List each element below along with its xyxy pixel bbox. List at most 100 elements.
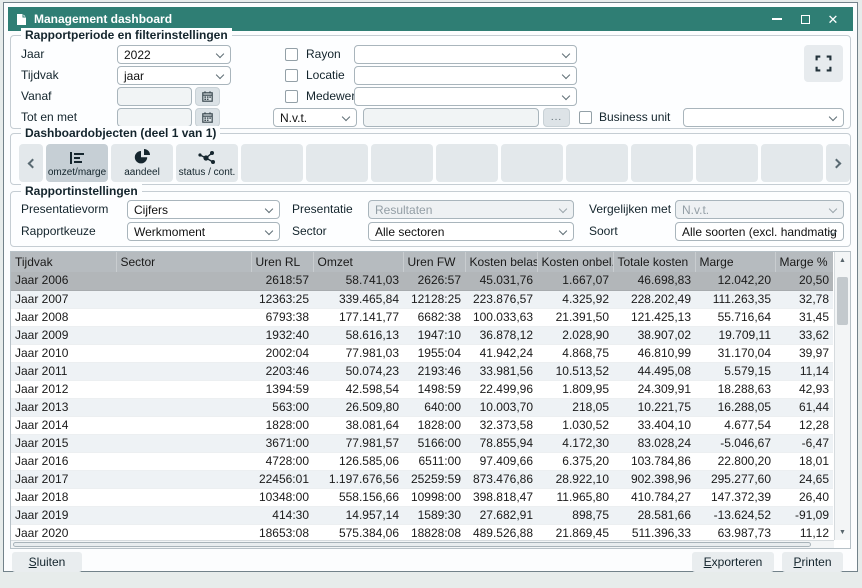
vanaf-calendar-button[interactable] xyxy=(195,87,220,106)
chevron-down-icon xyxy=(562,71,570,79)
column-header[interactable]: Marge % xyxy=(775,252,833,272)
table-row[interactable]: Jaar 200712363:25339.465,8412128:25223.8… xyxy=(11,290,833,308)
column-header[interactable]: Kosten onbel. xyxy=(537,252,613,272)
maximize-icon xyxy=(801,15,810,24)
vertical-scrollbar-thumb[interactable] xyxy=(837,277,848,325)
close-button[interactable]: ✕ xyxy=(821,9,845,29)
dashboard-tile-empty[interactable] xyxy=(371,144,433,182)
presentatievorm-select[interactable]: Cijfers xyxy=(127,200,280,219)
table-row[interactable]: Jaar 201810348:00558.156,6610998:00398.8… xyxy=(11,488,833,506)
tot-en-met-calendar-button[interactable] xyxy=(195,108,220,127)
table-row[interactable]: Jaar 20086793:38177.141,776682:38100.033… xyxy=(11,308,833,326)
medewerker-checkbox[interactable] xyxy=(285,90,298,103)
column-header[interactable]: Marge xyxy=(695,252,775,272)
report-settings-legend: Rapportinstellingen xyxy=(21,184,142,198)
jaar-label: Jaar xyxy=(21,45,44,64)
rapportkeuze-label: Rapportkeuze xyxy=(21,222,96,241)
dashboard-tile-empty[interactable] xyxy=(631,144,693,182)
presentatie-label: Presentatie xyxy=(292,200,353,219)
dashboard-tile-empty[interactable] xyxy=(696,144,758,182)
dashboard-tile-status-cont[interactable]: status / cont. xyxy=(176,144,238,182)
column-header[interactable]: Uren RL xyxy=(251,252,313,272)
medewerker-select[interactable] xyxy=(354,87,577,106)
rayon-checkbox[interactable] xyxy=(285,48,298,61)
column-header[interactable]: Omzet xyxy=(313,252,403,272)
dashboard-tile-empty[interactable] xyxy=(501,144,563,182)
column-header[interactable]: Totale kosten xyxy=(613,252,695,272)
tot-en-met-label: Tot en met xyxy=(21,108,77,127)
soort-select[interactable]: Alle soorten (excl. handmatig xyxy=(675,222,844,241)
filter-text-input[interactable] xyxy=(363,108,539,127)
chevron-down-icon xyxy=(562,92,570,100)
report-icon xyxy=(16,13,27,26)
tile-label: omzet/marge xyxy=(48,167,106,178)
results-table-body: Jaar 20062618:5758.741,032626:5745.031,7… xyxy=(11,272,833,542)
nvt-select[interactable]: N.v.t. xyxy=(273,108,357,127)
table-row[interactable]: Jaar 20121394:5942.598,541498:5922.499,9… xyxy=(11,380,833,398)
chevron-down-icon xyxy=(216,71,224,79)
table-row[interactable]: Jaar 20153671:0077.981,575166:0078.855,9… xyxy=(11,434,833,452)
business-unit-select[interactable] xyxy=(683,108,844,127)
table-row[interactable]: Jaar 20141828:0038.081,641828:0032.373,5… xyxy=(11,416,833,434)
table-row[interactable]: Jaar 20102002:0477.981,031955:0441.942,2… xyxy=(11,344,833,362)
table-row[interactable]: Jaar 20164728:00126.585,066511:0097.409,… xyxy=(11,452,833,470)
locatie-select[interactable] xyxy=(354,66,577,85)
scroll-up-icon[interactable]: ▲ xyxy=(835,253,850,267)
minimize-button[interactable] xyxy=(765,9,789,29)
dashboard-tile-empty[interactable] xyxy=(306,144,368,182)
dashboard-tile-empty[interactable] xyxy=(436,144,498,182)
tile-label: status / cont. xyxy=(179,167,236,178)
table-row[interactable]: Jaar 201722456:011.197.676,5625259:59873… xyxy=(11,470,833,488)
chevron-down-icon xyxy=(559,227,567,235)
horizontal-scrollbar-thumb[interactable] xyxy=(13,542,811,547)
presentatie-select: Resultaten xyxy=(368,200,574,219)
tijdvak-label: Tijdvak xyxy=(21,66,59,85)
jaar-select[interactable]: 2022 xyxy=(117,45,231,64)
column-header[interactable]: Kosten belast xyxy=(465,252,537,272)
vertical-scrollbar[interactable]: ▲ ▼ xyxy=(834,252,850,540)
exporteren-button[interactable]: Exporteren xyxy=(692,552,774,572)
printen-button[interactable]: Printen xyxy=(782,552,843,572)
results-table-header-row: TijdvakSectorUren RLOmzetUren FWKosten b… xyxy=(11,252,833,272)
fullscreen-icon xyxy=(815,55,832,72)
table-row[interactable]: Jaar 2013563:0026.509,80640:0010.003,702… xyxy=(11,398,833,416)
rapportkeuze-select[interactable]: Werkmoment xyxy=(127,222,280,241)
horizontal-scrollbar[interactable] xyxy=(11,540,834,548)
dashboard-tile-empty[interactable] xyxy=(241,144,303,182)
bar-chart-icon xyxy=(67,148,87,166)
locatie-checkbox[interactable] xyxy=(285,69,298,82)
chevron-down-icon xyxy=(829,113,837,121)
chevron-down-icon xyxy=(342,113,350,121)
column-header[interactable]: Uren FW xyxy=(403,252,465,272)
vanaf-input[interactable] xyxy=(117,87,192,106)
sector-select[interactable]: Alle sectoren xyxy=(368,222,574,241)
dashboard-objects-group: Dashboardobjecten (deel 1 van 1) omzet/m… xyxy=(10,133,851,185)
tijdvak-select[interactable]: jaar xyxy=(117,66,231,85)
chevron-right-icon xyxy=(832,158,842,168)
table-row[interactable]: Jaar 20062618:5758.741,032626:5745.031,7… xyxy=(11,272,833,290)
maximize-button[interactable] xyxy=(793,9,817,29)
vanaf-label: Vanaf xyxy=(21,87,51,106)
dashboard-tiles: omzet/marge aandeel status / cont. xyxy=(19,144,842,182)
table-row[interactable]: Jaar 20091932:4058.616,131947:1036.878,1… xyxy=(11,326,833,344)
table-row[interactable]: Jaar 20112203:4650.074,232193:4633.981,5… xyxy=(11,362,833,380)
dashboard-tile-omzet-marge[interactable]: omzet/marge xyxy=(46,144,108,182)
dashboard-tile-aandeel[interactable]: aandeel xyxy=(111,144,173,182)
browse-button[interactable]: ... xyxy=(543,108,570,127)
chevron-down-icon xyxy=(265,205,273,213)
column-header[interactable]: Sector xyxy=(116,252,251,272)
business-unit-checkbox[interactable] xyxy=(579,111,592,124)
sluiten-button[interactable]: Sluiten xyxy=(12,552,82,572)
dashboard-tile-empty[interactable] xyxy=(761,144,823,182)
rayon-select[interactable] xyxy=(354,45,577,64)
tot-en-met-input[interactable] xyxy=(117,108,192,127)
fullscreen-button[interactable] xyxy=(804,45,843,82)
dashboard-tile-empty[interactable] xyxy=(566,144,628,182)
table-row[interactable]: Jaar 2019414:3014.957,141589:3027.682,91… xyxy=(11,506,833,524)
column-header[interactable]: Tijdvak xyxy=(11,252,116,272)
tiles-scroll-left-button[interactable] xyxy=(19,144,43,182)
management-dashboard-window: Management dashboard ✕ Rapportperiode en… xyxy=(3,2,858,572)
tiles-scroll-right-button[interactable] xyxy=(826,144,850,182)
scroll-down-icon[interactable]: ▼ xyxy=(835,525,850,539)
filters-group: Rapportperiode en filterinstellingen Jaa… xyxy=(10,35,851,129)
